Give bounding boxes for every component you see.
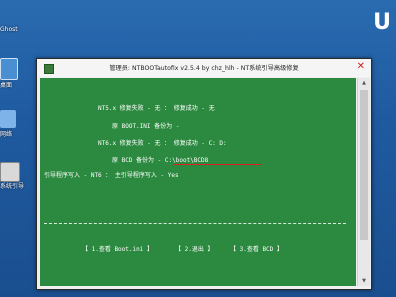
loader-write-line: 引导程序写入 - NT6 ： 主引导程序写入 - Yes — [44, 172, 179, 179]
view-bcd-button[interactable]: 【 3.查看 BCD 】 — [230, 244, 283, 253]
nt6-status-line: NT6.x 修复失败 - 无 ： 修复成功 - C: D: — [98, 140, 227, 147]
close-icon[interactable]: ✕ — [357, 62, 365, 72]
scroll-down-icon[interactable]: ▼ — [358, 278, 370, 284]
desktop-icon-label: 桌面 — [0, 82, 13, 89]
scroll-thumb[interactable] — [360, 90, 368, 240]
desktop-icon-label: 网络 — [0, 131, 13, 138]
desktop-icon-label: 系统引导 — [0, 183, 25, 190]
nt5-backup-line: 原 BOOT.INI 备份为 - — [112, 123, 180, 130]
nt5-status-line: NT5.x 修复失败 - 无 ： 修复成功 - 无 — [98, 105, 215, 112]
network-icon — [0, 110, 16, 128]
ntbootautofix-window: 管理员: NTBOOTautofix v2.5.4 by chz_hlh - N… — [36, 58, 372, 290]
window-title: 管理员: NTBOOTautofix v2.5.4 by chz_hlh - N… — [109, 65, 299, 72]
view-bootini-button[interactable]: 【 1.查看 Boot.ini 】 — [82, 244, 153, 253]
desktop-icon-label: Ghost — [0, 26, 18, 33]
brand-logo: U — [373, 10, 391, 35]
monitor-icon — [0, 58, 18, 80]
scrollbar[interactable]: ▲ ▼ — [357, 78, 370, 286]
nt6-backup-line: 原 BCD 备份为 - C:\boot\BCD8 — [112, 157, 209, 164]
boot-repair-icon — [0, 162, 20, 182]
highlight-underline — [174, 164, 262, 165]
console-output: NT5.x 修复失败 - 无 ： 修复成功 - 无 原 BOOT.INI 备份为… — [40, 78, 356, 286]
window-titlebar[interactable]: 管理员: NTBOOTautofix v2.5.4 by chz_hlh - N… — [37, 59, 371, 77]
exit-button[interactable]: 【 2.退出 】 — [175, 244, 213, 253]
divider — [44, 223, 346, 224]
scroll-up-icon[interactable]: ▲ — [358, 80, 370, 86]
